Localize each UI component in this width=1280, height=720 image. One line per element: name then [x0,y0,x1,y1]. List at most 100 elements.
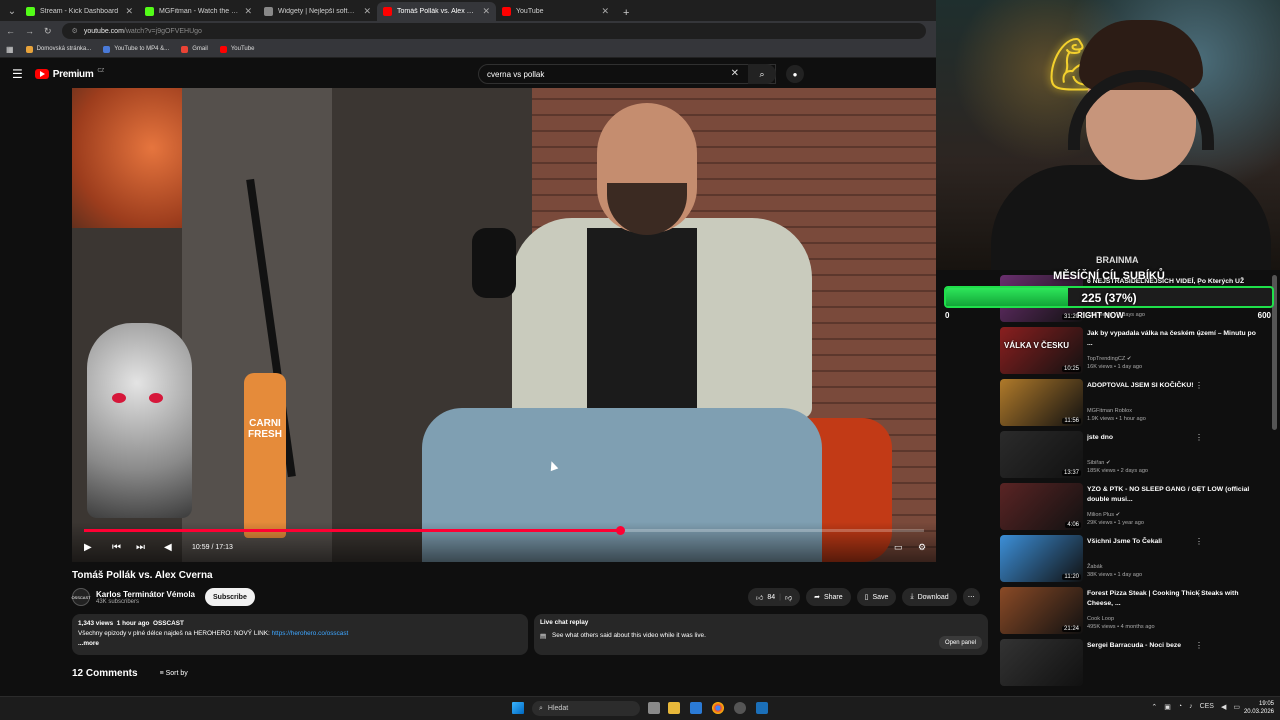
subscribe-button[interactable]: Subscribe [205,588,255,606]
recommended-title[interactable]: Forest Pizza Steak | Cooking Thick Steak… [1087,589,1257,609]
bookmark-item[interactable]: Gmail [181,45,208,53]
volume-icon[interactable]: ◀ [164,542,172,553]
search-button[interactable]: ⌕ [748,64,776,84]
hashtag[interactable]: OSSCAST [153,620,184,627]
more-options-icon[interactable]: ⋮ [1195,641,1203,650]
wifi-icon[interactable]: ◔ [1178,703,1182,711]
browser-tab[interactable]: Stream - Kick Dashboard ✕ [20,2,139,21]
back-icon[interactable]: ← [6,26,15,36]
clear-search-icon[interactable]: ✕ [731,68,739,79]
file-explorer-icon[interactable] [668,702,680,714]
video-duration: 21:24 [1061,626,1081,632]
play-icon[interactable]: ▶ [84,542,92,553]
recommended-video[interactable]: 21:24 Forest Pizza Steak | Cooking Thick … [1000,587,1270,637]
bookmark-item[interactable]: YouTube to MP4 &... [103,45,169,53]
recommended-video[interactable]: 11:20 Všichni Jsme To Čekali Žabák 38K view… [1000,535,1270,585]
recommended-video[interactable]: 13:37 jste dno Sibiřan ✔ 185K views • 2 day… [1000,431,1270,481]
channel-name[interactable]: Karlos Terminátor Vémola [96,590,195,599]
open-panel-button[interactable]: Open panel [938,636,982,649]
menu-icon[interactable]: ☰ [12,67,23,81]
recommended-title[interactable]: Sergei Barracuda - Noci beze [1087,641,1257,651]
subscriber-goal-widget: MĚSÍČNÍ CÍL SUBÍKŮ 225 (37%) 0 600 [942,270,1276,322]
youtube-premium-logo[interactable]: Premium CZ [34,68,104,80]
recommended-title[interactable]: Všichni Jsme To Čekali [1087,537,1257,547]
obs-icon[interactable] [734,702,746,714]
share-button[interactable]: ➦ Share [806,588,851,606]
tab-close-icon[interactable]: ✕ [125,6,133,17]
settings-gear-icon[interactable]: ⚙ [918,542,926,553]
forward-icon[interactable]: → [25,26,34,36]
recommended-video[interactable]: VÁLKA V ČESKU 10:25 Jak by vypadala válka … [1000,327,1270,377]
like-button[interactable]: 👍︎ 84 | 👎︎ [748,588,801,606]
video-thumbnail[interactable]: 11:56 [1000,379,1083,426]
language-indicator[interactable]: CES [1200,703,1214,711]
browser-tab[interactable]: YouTube ✕ [496,2,615,21]
tab-close-icon[interactable]: ✕ [363,6,371,17]
recommended-title[interactable]: YZO & PTK - NO SLEEP GANG / GET LOW (off… [1087,485,1257,505]
channel-avatar[interactable]: OSSCAST [71,588,91,606]
recommended-title[interactable]: ADOPTOVAL JSEM SI KOČIČKU! [1087,381,1257,391]
sort-button[interactable]: ≡ Sort by [160,670,188,677]
reload-icon[interactable]: ↻ [44,26,52,37]
more-options-icon[interactable]: ⋮ [1195,381,1203,390]
tray-chevron-icon[interactable]: ⌃ [1151,703,1157,711]
tab-close-icon[interactable]: ✕ [482,6,490,17]
new-tab-button[interactable]: + [615,7,637,19]
more-options-icon[interactable]: ⋮ [1195,329,1203,338]
video-thumbnail[interactable]: 13:37 [1000,431,1083,478]
browser-tab[interactable]: Tomáš Pollák vs. Alex Cverna - ✕ [377,2,496,21]
search-input[interactable]: cverna vs pollak ✕ [478,64,776,84]
description-box[interactable]: 1,343 views 1 hour ago OSSCAST Všechny e… [72,614,528,655]
progress-bar[interactable] [84,526,924,535]
tab-close-icon[interactable]: ✕ [601,6,609,17]
voice-search-button[interactable]: ● [786,65,804,83]
download-button[interactable]: ⤓ Download [902,588,957,606]
taskbar-clock[interactable]: 19:05 20.03.2026 [1244,700,1274,716]
more-options-icon[interactable]: ⋮ [1195,589,1203,598]
video-thumbnail[interactable]: VÁLKA V ČESKU 10:25 [1000,327,1083,374]
bookmark-item[interactable]: YouTube [219,45,254,53]
progress-scrubber[interactable] [615,526,625,535]
bookmark-item[interactable]: Domovská stránka... [25,45,91,53]
more-actions-button[interactable]: ⋯ [962,588,980,606]
speaker-icon[interactable]: ◀ [1221,703,1226,711]
more-options-icon[interactable]: ⋮ [1195,433,1203,442]
recommended-title[interactable]: jste dno [1087,433,1257,443]
video-thumbnail[interactable] [1000,639,1083,686]
steam-icon[interactable] [756,702,768,714]
video-player[interactable]: CARNI FRESH ▶ ⏮ ⏭ ◀ 10:59 / 17:13 ▭ ⚙ ◫ … [72,88,936,562]
battery-icon[interactable]: ▭ [1233,703,1240,711]
browser-tab[interactable]: MGFitman - Watch the VOD on ✕ [139,2,258,21]
save-button[interactable]: ▯ Save [856,588,897,606]
next-icon[interactable]: ⏭ [136,542,145,553]
taskbar-search[interactable]: ⌕ Hledat [532,701,640,716]
recommended-title[interactable]: Jak by vypadala válka na českém území – … [1087,329,1257,349]
description-link[interactable]: https://herohero.co/osscast [272,630,349,637]
site-info-icon[interactable]: ⚙ [72,27,78,35]
video-thumbnail[interactable]: 21:24 [1000,587,1083,634]
task-view-icon[interactable] [648,702,660,714]
more-options-icon[interactable]: ⋮ [1195,485,1203,494]
thumbs-down-icon[interactable]: 👎︎ [785,593,792,602]
browser-tab[interactable]: Widgety | Nejlepší software pro ✕ [258,2,377,21]
goal-title: MĚSÍČNÍ CÍL SUBÍKŮ [1053,270,1165,282]
network-icon[interactable]: ▣ [1164,703,1171,711]
windows-start-icon[interactable] [512,702,524,714]
more-options-icon[interactable]: ⋮ [1195,537,1203,546]
recommended-video[interactable]: Sergei Barracuda - Noci beze ⋮ [1000,639,1270,689]
chrome-icon[interactable] [712,702,724,714]
mic-tray-icon[interactable]: ♪ [1189,703,1193,711]
recommended-video[interactable]: 11:56 ADOPTOVAL JSEM SI KOČIČKU! MGFitman … [1000,379,1270,429]
tab-search-icon[interactable]: ⌄ [4,3,20,19]
previous-icon[interactable]: ⏮ [112,542,121,553]
apps-grid-icon[interactable]: ▦ [6,45,14,54]
captions-icon[interactable]: ▭ [894,542,903,553]
channel-info[interactable]: OSSCAST Karlos Terminátor Vémola 43K sub… [71,588,195,606]
video-thumbnail[interactable]: 11:20 [1000,535,1083,582]
video-thumbnail[interactable]: 4:06 [1000,483,1083,530]
show-more-link[interactable]: ...more [78,640,99,647]
tab-close-icon[interactable]: ✕ [244,6,252,17]
address-bar[interactable]: ⚙ youtube.com/watch?v=j9gOFVEHUgo [61,23,926,39]
store-icon[interactable] [690,702,702,714]
recommended-video[interactable]: 4:06 YZO & PTK - NO SLEEP GANG / GET LOW … [1000,483,1270,533]
